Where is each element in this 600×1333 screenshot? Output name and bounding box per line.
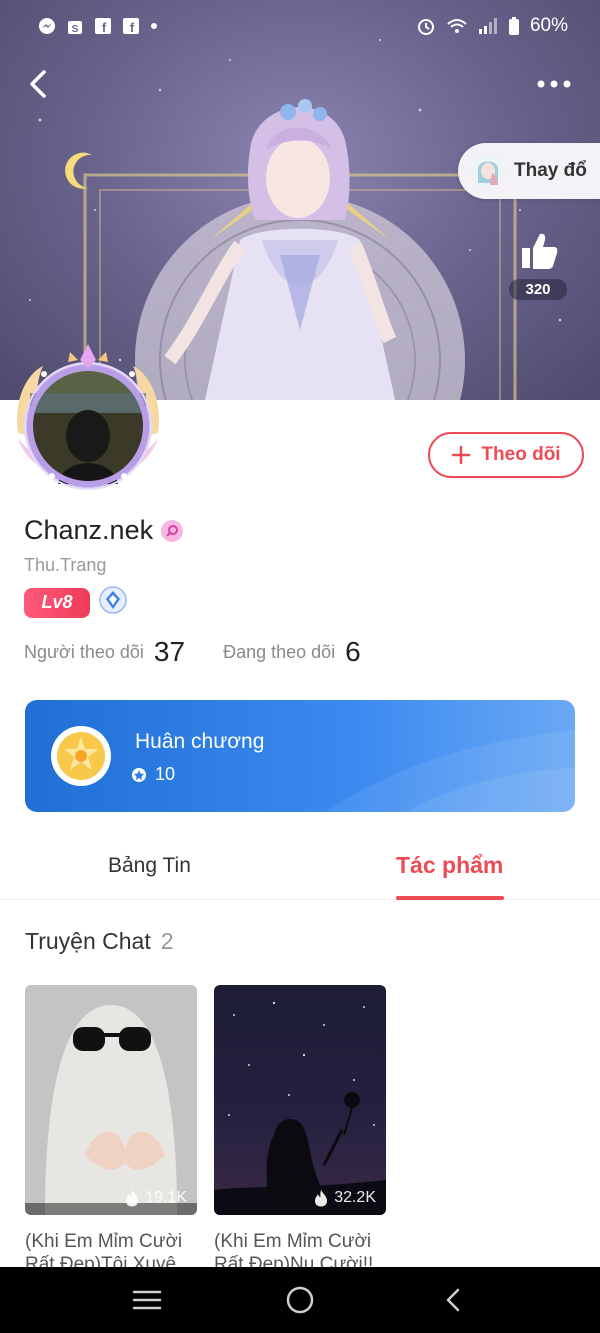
medal-star-icon [132,767,146,782]
recent-apps-button[interactable] [117,1275,177,1325]
svg-text:f: f [102,20,107,35]
facebook-icon: f [94,17,112,35]
moon-icon [65,152,92,189]
section-count: 2 [160,928,174,954]
medal-title: Huân chương [135,730,265,753]
following-count: 6 [345,636,361,667]
story-card[interactable]: 19.1K [25,985,197,1215]
tab-feed[interactable]: Bảng Tin [108,854,191,878]
status-right: 60% [416,15,568,37]
medal-icon [51,726,111,786]
section-heading: Truyện Chat 2 [25,928,174,955]
flame-icon [315,1190,328,1207]
more-dots-icon [537,80,571,88]
menu-lines-icon [132,1290,161,1310]
view-count: 19.1K [125,1189,187,1207]
change-background-button[interactable]: Thay đổ [458,143,600,199]
medal-card[interactable]: Huân chương 10 [25,700,575,812]
home-circle-icon [286,1286,314,1314]
back-button[interactable] [18,62,58,106]
flame-icon [126,1190,139,1207]
badges-row: Lv8 [24,585,128,620]
followers-label: Người theo dõi [24,641,144,662]
system-back-button[interactable] [423,1275,483,1325]
like-count: 320 [509,279,567,300]
followers-stat[interactable]: Người theo dõi 37 [24,636,185,668]
signal-icon [478,17,498,35]
status-left: S f f [38,17,158,35]
view-count-value: 19.1K [145,1189,187,1206]
medal-count: 10 [155,764,176,784]
dot-icon [150,22,158,30]
story-cover-image [214,1001,386,1215]
section-title: Truyện Chat [25,928,151,954]
battery-icon [508,16,520,36]
tab-works[interactable]: Tác phẩm [396,852,503,879]
follow-button[interactable]: Theo dõi [428,432,584,478]
profile-tabs: Bảng Tin Tác phẩm [0,840,600,900]
alarm-icon [416,16,436,36]
svg-text:f: f [130,20,135,35]
female-gender-icon [161,519,184,542]
level-badge[interactable]: Lv8 [24,587,90,618]
followers-count: 37 [153,636,186,667]
story-title[interactable]: (Khi Em Mỉm Cười Rất Đẹp)Nụ Cười!! [214,1230,386,1268]
wifi-icon [446,17,468,35]
chevron-left-icon [447,1288,460,1312]
like-button[interactable]: 320 [505,228,571,300]
view-count: 32.2K [314,1189,376,1207]
verified-shield-icon[interactable] [98,585,128,620]
facebook-icon: f [122,17,140,35]
thumbs-up-icon [522,233,558,269]
status-bar: S f f 60% [0,0,600,52]
story-card[interactable]: 32.2K [214,985,386,1215]
username-row: Chanz.nek [24,515,184,546]
active-tab-indicator [396,896,504,900]
avatar-frame [17,344,159,490]
follow-stats: Người theo dõi 37 Đang theo dõi 6 [24,636,361,668]
shop-icon: S [66,17,84,35]
back-arrow-icon [30,70,46,98]
following-stat[interactable]: Đang theo dõi 6 [223,636,361,668]
system-nav-bar [0,1267,600,1333]
story-title[interactable]: (Khi Em Mỉm Cười Rất Đẹp)Tôi Xuyê... [25,1230,197,1268]
more-options-button[interactable] [532,66,576,102]
change-background-label: Thay đổ [514,160,587,181]
messenger-icon [38,17,56,35]
avatar[interactable] [8,338,168,498]
story-cover-image [25,985,197,1215]
medal-count-row: 10 [131,764,175,785]
view-count-value: 32.2K [334,1189,376,1206]
follow-label: Theo dõi [481,444,561,465]
battery-percent: 60% [529,15,568,36]
username: Chanz.nek [24,515,154,545]
svg-text:S: S [72,24,79,35]
nickname: Thu.Trang [24,555,107,575]
outfit-avatar-icon [471,154,505,188]
following-label: Đang theo dõi [223,641,336,662]
plus-icon [452,445,471,465]
home-button[interactable] [270,1275,330,1325]
